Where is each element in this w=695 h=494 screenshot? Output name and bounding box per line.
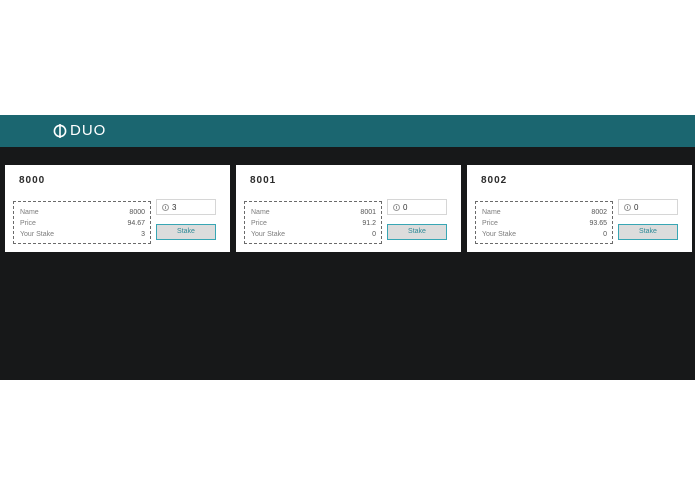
name-label: Name [20,209,39,216]
app-container: DUO 8000 Name 8000 Price 94.67 Your Stak… [0,115,695,380]
your-stake-label: Your Stake [482,231,516,238]
price-row: Price 93.65 [482,218,607,229]
your-stake-row: Your Stake 3 [20,229,145,240]
card-title: 8001 [250,175,277,186]
price-value: 94.67 [127,220,145,227]
stake-input[interactable]: 0 [618,199,678,215]
stake-button[interactable]: Stake [156,224,216,240]
price-row: Price 94.67 [20,218,145,229]
your-stake-label: Your Stake [20,231,54,238]
name-value: 8002 [591,209,607,216]
your-stake-value: 0 [603,231,607,238]
info-box: Name 8000 Price 94.67 Your Stake 3 [13,201,151,244]
name-row: Name 8002 [482,207,607,218]
header-bar: DUO [0,115,695,147]
name-value: 8000 [129,209,145,216]
name-row: Name 8000 [20,207,145,218]
coin-icon [393,203,400,211]
coin-icon [162,203,169,211]
price-row: Price 91.2 [251,218,376,229]
your-stake-value: 0 [372,231,376,238]
coin-icon [624,203,631,211]
card-list: 8000 Name 8000 Price 94.67 Your Stake 3 … [5,165,692,252]
stake-input-value: 0 [634,202,639,212]
price-value: 91.2 [362,220,376,227]
name-value: 8001 [360,209,376,216]
price-label: Price [20,220,36,227]
your-stake-label: Your Stake [251,231,285,238]
stake-button[interactable]: Stake [387,224,447,240]
price-label: Price [251,220,267,227]
stake-input[interactable]: 3 [156,199,216,215]
your-stake-value: 3 [141,231,145,238]
stake-button[interactable]: Stake [618,224,678,240]
stake-card: 8000 Name 8000 Price 94.67 Your Stake 3 … [5,165,230,252]
brand-name: DUO [70,122,107,139]
card-title: 8000 [19,175,46,186]
name-label: Name [251,209,270,216]
your-stake-row: Your Stake 0 [482,229,607,240]
name-label: Name [482,209,501,216]
stake-card: 8001 Name 8001 Price 91.2 Your Stake 0 0 [236,165,461,252]
price-label: Price [482,220,498,227]
name-row: Name 8001 [251,207,376,218]
stake-input-value: 0 [403,202,408,212]
info-box: Name 8002 Price 93.65 Your Stake 0 [475,201,613,244]
duo-logo-icon [53,124,67,138]
stake-card: 8002 Name 8002 Price 93.65 Your Stake 0 … [467,165,692,252]
your-stake-row: Your Stake 0 [251,229,376,240]
stake-input-value: 3 [172,202,177,212]
logo[interactable]: DUO [53,122,106,140]
price-value: 93.65 [589,220,607,227]
info-box: Name 8001 Price 91.2 Your Stake 0 [244,201,382,244]
card-title: 8002 [481,175,508,186]
stake-input[interactable]: 0 [387,199,447,215]
